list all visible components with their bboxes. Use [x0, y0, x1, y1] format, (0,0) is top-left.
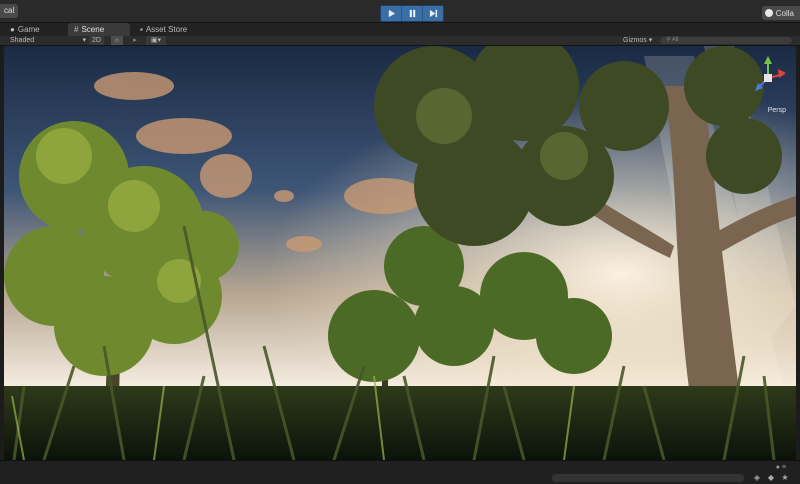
window-tabs: ● Game # Scene ▪ Asset Store: [0, 23, 800, 36]
lock-icon[interactable]: ● ≡: [776, 464, 786, 471]
collab-check-icon: [764, 9, 773, 17]
projection-label[interactable]: Persp: [768, 107, 786, 114]
play-button[interactable]: [381, 6, 402, 21]
scene-render: [4, 46, 796, 460]
filter-icon[interactable]: ◈: [752, 473, 762, 483]
scene-viewport[interactable]: Persp: [4, 46, 796, 460]
collab-label: Colla: [775, 8, 794, 18]
step-button[interactable]: [423, 6, 443, 21]
pause-button[interactable]: [402, 6, 423, 21]
collab-button[interactable]: Colla: [761, 6, 800, 20]
tag-icon[interactable]: ◆: [766, 473, 776, 483]
chevron-down-icon: ▾: [82, 37, 86, 44]
layout-dropdown[interactable]: cal: [0, 4, 19, 18]
search-icon: ⚲: [666, 37, 671, 43]
audio-toggle-button[interactable]: ▸: [130, 36, 140, 45]
tab-asset-store[interactable]: ▪ Asset Store: [134, 23, 193, 36]
step-icon: [429, 9, 437, 18]
tab-game[interactable]: ● Game: [4, 23, 46, 36]
tab-asset-store-label: Asset Store: [145, 25, 188, 34]
gizmos-label: Gizmos: [623, 37, 647, 44]
scene-search-input[interactable]: ⚲ All: [660, 37, 792, 44]
shading-mode-dropdown[interactable]: Shaded ▾: [10, 36, 86, 45]
search-placeholder: All: [671, 37, 679, 43]
2d-toggle-button[interactable]: 2D: [89, 36, 104, 45]
tab-scene[interactable]: # Scene: [68, 23, 130, 36]
asset-store-icon: ▪: [140, 25, 143, 34]
image-icon: ▣: [150, 37, 158, 44]
scene-toolbar: Shaded ▾ 2D ☼ ▸ ▣▾ Gizmos ▾ ⚲ All: [0, 36, 800, 46]
lighting-toggle-button[interactable]: ☼: [111, 36, 123, 45]
effects-dropdown[interactable]: ▣▾: [146, 36, 166, 45]
orientation-gizmo[interactable]: [746, 52, 790, 114]
status-bar: ● ≡ ◈ ◆ ★: [0, 460, 800, 484]
shading-mode-label: Shaded: [10, 37, 35, 44]
star-icon[interactable]: ★: [780, 473, 790, 483]
tab-game-label: Game: [17, 25, 40, 34]
play-icon: [388, 9, 395, 18]
sun-icon: ☼: [113, 37, 121, 44]
scene-grid-icon: #: [74, 25, 79, 34]
chevron-down-icon: ▾: [648, 37, 653, 44]
playback-controls: [380, 5, 444, 22]
gizmos-dropdown[interactable]: Gizmos ▾: [623, 36, 652, 45]
speaker-icon: ▸: [133, 37, 137, 44]
tab-scene-label: Scene: [81, 25, 105, 34]
project-search-input[interactable]: [552, 474, 744, 482]
game-icon: ●: [10, 25, 15, 34]
pause-icon: [409, 9, 415, 18]
top-toolbar: cal Colla: [0, 0, 800, 23]
chevron-down-icon: ▾: [157, 37, 162, 44]
